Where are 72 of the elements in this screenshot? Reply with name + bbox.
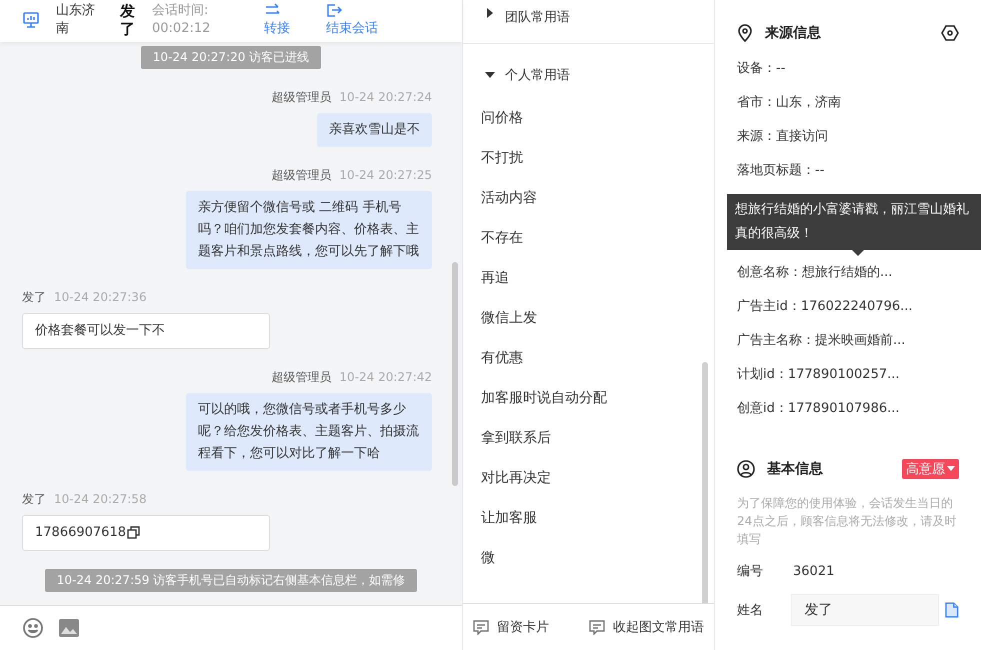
document-icon[interactable] (945, 602, 959, 618)
emoji-icon[interactable] (22, 617, 44, 639)
message-time: 10-24 20:27:36 (54, 289, 147, 305)
phrase-item[interactable]: 对比再决定 (463, 458, 569, 498)
field-value: 36021 (793, 564, 834, 578)
scrollbar[interactable] (452, 262, 458, 486)
copy-icon[interactable] (126, 526, 141, 540)
exit-icon (326, 3, 342, 17)
image-icon[interactable] (58, 618, 80, 638)
footer-link[interactable]: 留资卡片 (467, 617, 555, 637)
phrase-item[interactable]: 活动内容 (463, 178, 555, 218)
notice-text: 为了保障您的使用体验，会话发生当日的24点之后，顾客信息将无法修改，请及时填写 (737, 495, 958, 548)
tooltip-arrow (852, 250, 864, 256)
sender-name: 发了 (22, 289, 46, 305)
sender-name: 超级管理员 (271, 89, 332, 105)
name-input[interactable]: 发了 (791, 594, 940, 626)
session-duration: 00:02:12 (152, 20, 212, 38)
message-bubble: 亲喜欢雪山是不 (317, 113, 432, 147)
system-notice: 10-24 20:27:59 访客手机号已自动标记右侧基本信息栏，如需修 (44, 569, 418, 592)
phrase-item[interactable]: 拿到联系后 (463, 418, 569, 458)
section-title: 来源信息 (765, 24, 821, 42)
system-notice: 10-24 20:27:20 访客已进线 (140, 46, 322, 69)
comment-icon (589, 619, 605, 635)
info-row-text: 计划id：177890100257... (737, 366, 901, 384)
info-row-text: 省市：山东，济南 (737, 94, 842, 112)
monitor-icon (22, 11, 40, 29)
transfer-button[interactable]: 转接 (264, 3, 290, 37)
caret-down-icon (947, 466, 955, 472)
phrase-item[interactable]: 不存在 (463, 218, 541, 258)
phrase-group[interactable]: 个人常用语 (463, 58, 714, 92)
sender-name: 超级管理员 (271, 167, 332, 183)
intent-dropdown[interactable]: 高意愿 (902, 459, 959, 479)
section-title: 基本信息 (767, 460, 823, 478)
visitor-name: 发了 (120, 2, 136, 38)
transfer-arrow-icon (264, 3, 282, 17)
info-row-text: 创意名称：想旅行结婚的... (737, 264, 894, 282)
message-time: 10-24 20:27:42 (339, 369, 432, 385)
location-pin-icon (737, 24, 753, 42)
settings-icon[interactable] (941, 24, 959, 42)
info-row-text: 来源：直接访问 (737, 128, 829, 146)
message-time: 10-24 20:27:25 (339, 167, 432, 183)
info-row-text: 广告主id：176022240796... (737, 298, 914, 316)
message-time: 10-24 20:27:58 (54, 491, 147, 507)
message-bubble: 17866907618 (22, 515, 270, 551)
duration-label: 会话时间: (152, 2, 210, 20)
end-session-button[interactable]: 结束会话 (326, 3, 378, 37)
message-bubble: 亲方便留个微信号或 二维码 手机号吗？咱们加您发套餐内容、价格表、主题客片和景点路线，您可以先了解下哦 (186, 191, 432, 269)
phrase-item[interactable]: 让加客服 (463, 498, 555, 538)
phrase-item[interactable]: 微信上发 (463, 298, 555, 338)
phrase-item[interactable]: 问价格 (463, 98, 541, 138)
field-label: 编号 (737, 563, 764, 580)
phrase-item[interactable]: 有优惠 (463, 338, 541, 378)
phrase-group[interactable]: 团队常用语 (463, 0, 714, 44)
phrase-item[interactable]: 加客服时说自动分配 (463, 378, 625, 418)
message-bubble: 价格套餐可以发一下不 (22, 313, 270, 349)
phrase-item[interactable]: 再追 (463, 258, 527, 298)
user-icon (737, 460, 755, 478)
info-row-text: 落地页标题：-- (737, 162, 826, 180)
field-label: 姓名 (737, 602, 764, 619)
comment-icon (473, 619, 489, 635)
info-row-text: 广告主名称：提米映画婚前... (737, 332, 906, 350)
message-time: 10-24 20:27:24 (339, 89, 432, 105)
phrase-item[interactable]: 不打扰 (463, 138, 541, 178)
sender-name: 发了 (22, 491, 46, 507)
visitor-location: 山东济南 (56, 2, 96, 38)
footer-link[interactable]: 收起图文常用语 (583, 617, 710, 637)
scrollbar[interactable] (702, 362, 708, 603)
info-row-text: 创意id：177890107986... (737, 400, 901, 418)
sender-name: 超级管理员 (271, 369, 332, 385)
message-bubble: 可以的哦，您微信号或者手机号多少呢？给您发价格表、主题客片、拍摄流程看下，您可以对比了解一下哈 (186, 393, 432, 471)
phrase-item[interactable]: 微 (463, 538, 513, 578)
info-row-text: 设备：-- (737, 60, 786, 78)
